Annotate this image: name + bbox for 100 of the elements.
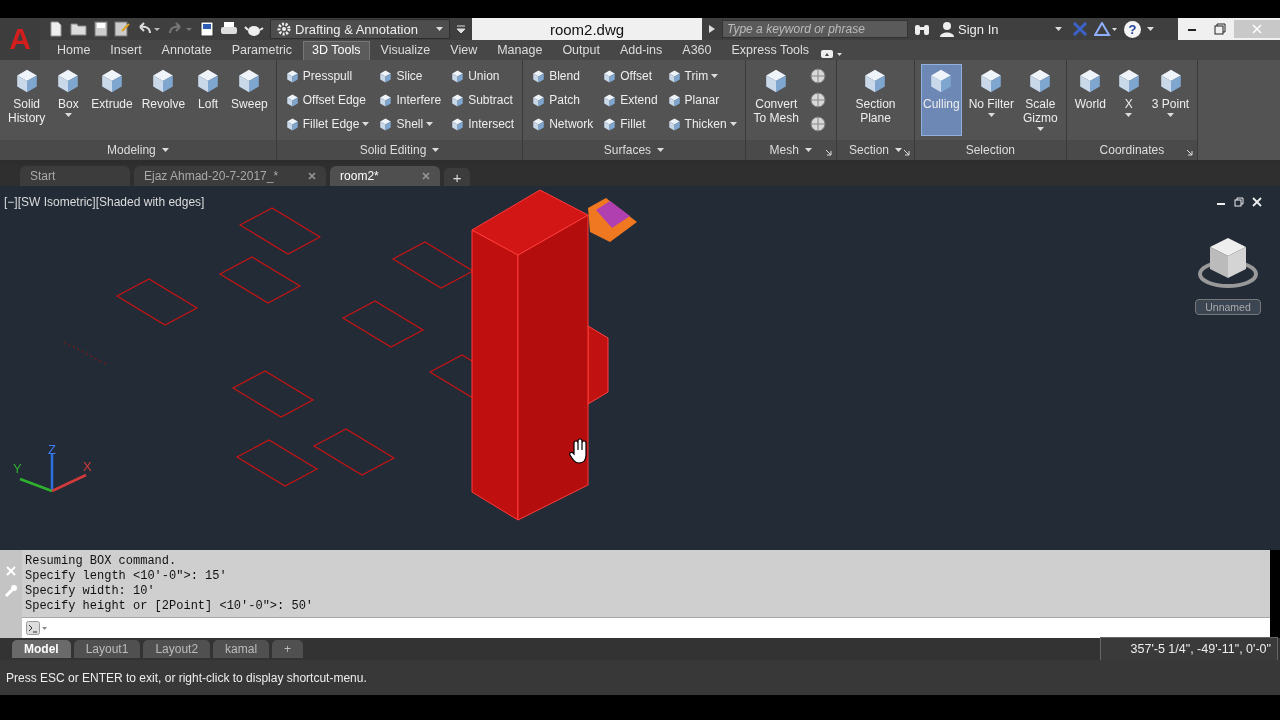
panel-title[interactable]: Surfaces	[523, 140, 745, 160]
ribbon-tool-button[interactable]: Slice	[376, 64, 444, 88]
ribbon-tool-button[interactable]: Planar	[664, 88, 739, 112]
ribbon-toggle-icon[interactable]	[820, 48, 845, 60]
ribbon-tool-button[interactable]: Loft	[192, 64, 225, 136]
save-as-icon[interactable]	[114, 21, 130, 37]
expand-arrow-icon[interactable]	[708, 24, 716, 34]
ribbon-tool-button[interactable]: Thicken	[664, 112, 739, 136]
close-icon	[1252, 24, 1262, 34]
layout-tab[interactable]: kamal	[213, 640, 270, 658]
ribbon-tab[interactable]: Insert	[101, 41, 151, 60]
status-message: Press ESC or ENTER to exit, or right-click to display shortcut-menu.	[6, 670, 367, 685]
ribbon-tool-button[interactable]: Fillet	[600, 112, 660, 136]
named-view-button[interactable]: Unnamed	[1195, 299, 1261, 315]
ribbon-tab[interactable]: 3D Tools	[303, 41, 370, 60]
ribbon-tool-button[interactable]: Interfere	[376, 88, 444, 112]
ribbon-tab[interactable]: Annotate	[152, 41, 221, 60]
caret-icon	[987, 113, 995, 117]
ribbon-tab[interactable]: A360	[673, 41, 721, 60]
binoculars-icon[interactable]	[914, 22, 930, 36]
caret-icon	[1167, 113, 1174, 117]
command-prompt-icon[interactable]	[26, 621, 48, 635]
cube-icon	[666, 68, 682, 84]
ribbon-tool-button[interactable]: Intersect	[448, 112, 517, 136]
ribbon-tool-button[interactable]: Extend	[600, 88, 660, 112]
ribbon-tool-button[interactable]: Trim	[664, 64, 739, 88]
save-icon[interactable]	[94, 21, 108, 37]
user-icon	[940, 21, 954, 37]
command-history-line: Resuming BOX command.	[25, 554, 178, 569]
help-button[interactable]: ?	[1124, 20, 1141, 38]
ribbon-tool-button[interactable]: 3 Point	[1149, 64, 1192, 136]
gear-icon	[277, 22, 291, 36]
caret-icon	[729, 122, 737, 126]
ribbon-tool-button[interactable]: Box	[52, 64, 85, 136]
ribbon-tool-button[interactable]: Union	[448, 64, 517, 88]
ribbon-tool-button[interactable]: Fillet Edge	[282, 112, 372, 136]
triangle-network-icon[interactable]	[1094, 22, 1118, 36]
workspace-dropdown[interactable]: Drafting & Annotation	[270, 19, 450, 39]
ribbon-tool-button[interactable]: Offset	[600, 64, 660, 88]
ribbon-tool-button[interactable]: Subtract	[448, 88, 517, 112]
layout-tab[interactable]: Layout1	[73, 640, 141, 658]
ribbon-tool-button[interactable]: World	[1072, 64, 1108, 136]
ribbon-tool-button[interactable]: Extrude	[89, 64, 135, 136]
file-tab[interactable]: Ejaz Ahmad-20-7-2017_*	[134, 166, 327, 186]
ribbon-tab[interactable]: Manage	[488, 41, 552, 60]
ribbon-tool-button[interactable]: X	[1112, 64, 1145, 136]
ribbon-tool-button[interactable]: Shell	[376, 112, 444, 136]
panel-title[interactable]: Solid Editing	[276, 140, 523, 160]
ribbon-tab[interactable]: Visualize	[371, 41, 440, 60]
printer-icon[interactable]	[220, 21, 238, 37]
ribbon-tool-button[interactable]: Sweep	[229, 64, 270, 136]
new-file-icon[interactable]	[48, 21, 64, 37]
cube-icon	[602, 92, 618, 108]
ribbon-tool-button[interactable]: Convert To Mesh	[751, 64, 801, 136]
ribbon-tool-button[interactable]: Scale Gizmo	[1021, 64, 1060, 136]
panel-title[interactable]: Selection	[915, 140, 1066, 160]
panel-title[interactable]: Section	[836, 140, 914, 160]
new-layout-button[interactable]: +	[272, 640, 304, 658]
file-tab[interactable]: Start	[20, 166, 130, 186]
ribbon-tab[interactable]: Output	[553, 41, 609, 60]
cube-icon	[531, 116, 547, 132]
restore-icon[interactable]	[1234, 197, 1244, 207]
drawing-viewport[interactable]: [−][SW Isometric][Shaded with edges] Unnamed Z Y X	[0, 186, 1280, 550]
ribbon-tool-button[interactable]: Network	[529, 112, 596, 136]
restore-icon[interactable]	[1214, 23, 1226, 35]
layout-tab[interactable]: Layout2	[143, 640, 211, 658]
panel-title[interactable]: Coordinates	[1066, 140, 1198, 160]
layout-tab[interactable]: Model	[12, 640, 71, 658]
undo-icon[interactable]	[136, 22, 162, 36]
viewport-label[interactable]: [−][SW Isometric][Shaded with edges]	[4, 195, 205, 209]
ribbon-tool-button[interactable]: Offset Edge	[282, 88, 372, 112]
plot-preview-icon[interactable]	[200, 21, 214, 37]
ribbon-tool-button[interactable]: Solid History	[6, 64, 48, 136]
dialog-launcher-icon[interactable]	[903, 149, 910, 156]
ribbon-tool-button[interactable]: Presspull	[282, 64, 372, 88]
ribbon-tool-button[interactable]: Revolve	[139, 64, 188, 136]
cube-icon	[531, 68, 547, 84]
ribbon-tab[interactable]: Express Tools	[722, 41, 819, 60]
panel-title[interactable]: Modeling	[0, 140, 276, 160]
search-field[interactable]: Type a keyword or phrase	[722, 20, 908, 38]
ribbon-tab[interactable]: Add-ins	[610, 41, 672, 60]
dialog-launcher-icon[interactable]	[1186, 149, 1194, 156]
folder-icon[interactable]	[70, 21, 88, 37]
customize-menu-icon[interactable]	[456, 24, 466, 34]
sign-in-button[interactable]: Sign In	[936, 21, 1066, 37]
caret-icon	[1055, 27, 1062, 31]
ribbon-tab[interactable]: View	[441, 41, 487, 60]
ribbon-tool-button[interactable]: Section Plane	[842, 64, 908, 136]
ribbon-tool-button[interactable]: No Filter	[966, 64, 1017, 136]
cube-icon	[531, 92, 547, 108]
new-tab-button[interactable]: +	[444, 168, 471, 186]
file-tab[interactable]: room2*	[330, 166, 441, 186]
command-history-line: Specify length <10'-0">: 15'	[25, 569, 228, 584]
caret-icon	[1147, 27, 1154, 31]
ribbon-tab[interactable]: Home	[48, 41, 100, 60]
ribbon-tab[interactable]: Parametric	[222, 41, 302, 60]
dialog-launcher-icon[interactable]	[824, 149, 832, 156]
ribbon-tool-button[interactable]: Patch	[529, 88, 596, 112]
panel-title[interactable]: Mesh	[745, 140, 836, 160]
ribbon-tool-button[interactable]: Blend	[529, 64, 596, 88]
